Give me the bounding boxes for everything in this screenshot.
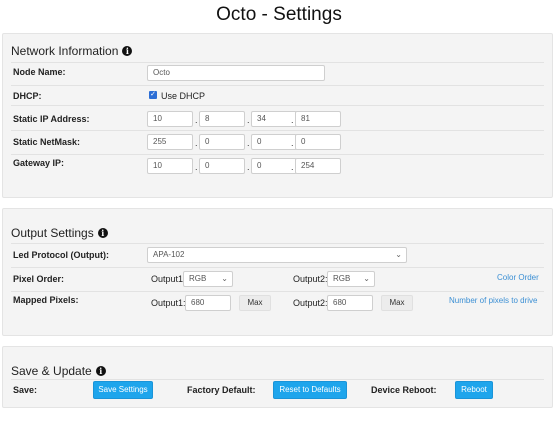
save-panel: Save & Update i Save: Save Settings Fact… <box>2 346 553 408</box>
output2-pixels-label: Output2: <box>293 298 328 308</box>
divider <box>11 243 544 244</box>
info-icon[interactable]: i <box>95 366 106 376</box>
output1-order-select[interactable]: RGB ⌄ <box>183 271 233 287</box>
output2-order-value: RGB <box>333 274 351 283</box>
info-icon[interactable]: i <box>122 46 133 56</box>
save-settings-button[interactable]: Save Settings <box>93 381 153 399</box>
output1-pixels-label: Output1: <box>151 298 186 308</box>
factory-default-label: Factory Default: <box>187 385 256 395</box>
netmask-label: Static NetMask: <box>13 137 81 147</box>
static-ip-octet-4[interactable]: 81 <box>295 111 341 127</box>
chevron-down-icon: ⌄ <box>221 274 228 283</box>
ip-separator: . <box>195 162 198 172</box>
chevron-down-icon: ⌄ <box>395 250 402 259</box>
output2-order-select[interactable]: RGB ⌄ <box>327 271 375 287</box>
ip-separator: . <box>247 115 250 125</box>
ip-separator: . <box>291 162 294 172</box>
reboot-button[interactable]: Reboot <box>455 381 493 399</box>
led-protocol-select[interactable]: APA-102 ⌄ <box>147 247 407 263</box>
ip-separator: . <box>195 138 198 148</box>
dhcp-checkbox[interactable]: ✓ <box>149 91 157 99</box>
ip-separator: . <box>247 138 250 148</box>
divider <box>11 291 544 292</box>
chevron-down-icon: ⌄ <box>363 274 370 283</box>
save-header-label: Save & Update <box>11 364 92 378</box>
pixel-order-label: Pixel Order: <box>13 274 65 284</box>
output2-order-label: Output2: <box>293 274 328 284</box>
output-header: Output Settings i <box>11 226 108 240</box>
save-header: Save & Update i <box>11 364 106 378</box>
node-name-label: Node Name: <box>13 67 66 77</box>
static-ip-octet-2[interactable]: 8 <box>199 111 245 127</box>
gateway-label: Gateway IP: <box>13 158 65 168</box>
pixels-help-link[interactable]: Number of pixels to drive <box>449 296 537 305</box>
ip-separator: . <box>291 115 294 125</box>
output1-max-button[interactable]: Max <box>239 295 271 311</box>
led-protocol-label: Led Protocol (Output): <box>13 250 109 260</box>
node-name-input[interactable]: Octo <box>147 65 325 81</box>
ip-separator: . <box>247 162 250 172</box>
mapped-pixels-label: Mapped Pixels: <box>13 295 79 305</box>
save-label: Save: <box>13 385 38 395</box>
dhcp-label: DHCP: <box>13 91 42 101</box>
gateway-octet-4[interactable]: 254 <box>295 158 341 174</box>
output1-pixels-input[interactable]: 680 <box>185 295 231 311</box>
static-ip-octet-1[interactable]: 10 <box>147 111 193 127</box>
network-panel: Network Information i Node Name: Octo DH… <box>2 33 553 198</box>
output1-order-value: RGB <box>189 274 207 283</box>
network-header: Network Information i <box>11 44 133 58</box>
divider <box>11 62 544 63</box>
static-ip-label: Static IP Address: <box>13 114 90 124</box>
info-icon[interactable]: i <box>97 228 108 238</box>
dhcp-checkbox-label: Use DHCP <box>161 91 206 101</box>
reset-defaults-button[interactable]: Reset to Defaults <box>273 381 347 399</box>
divider <box>11 85 544 86</box>
output2-max-button[interactable]: Max <box>381 295 413 311</box>
page-title: Octo - Settings <box>216 4 342 25</box>
gateway-octet-1[interactable]: 10 <box>147 158 193 174</box>
output-panel: Output Settings i Led Protocol (Output):… <box>2 208 553 336</box>
divider <box>11 105 544 106</box>
ip-separator: . <box>195 115 198 125</box>
gateway-octet-2[interactable]: 0 <box>199 158 245 174</box>
device-reboot-label: Device Reboot: <box>371 385 437 395</box>
divider <box>11 154 544 155</box>
output-header-label: Output Settings <box>11 226 94 240</box>
netmask-octet-2[interactable]: 0 <box>199 134 245 150</box>
color-order-link[interactable]: Color Order <box>497 273 539 282</box>
netmask-octet-4[interactable]: 0 <box>295 134 341 150</box>
output1-order-label: Output1: <box>151 274 186 284</box>
divider <box>11 379 544 380</box>
output2-pixels-input[interactable]: 680 <box>327 295 373 311</box>
divider <box>11 267 544 268</box>
divider <box>11 130 544 131</box>
led-protocol-value: APA-102 <box>153 250 185 259</box>
netmask-octet-1[interactable]: 255 <box>147 134 193 150</box>
ip-separator: . <box>291 138 294 148</box>
network-header-label: Network Information <box>11 44 119 58</box>
